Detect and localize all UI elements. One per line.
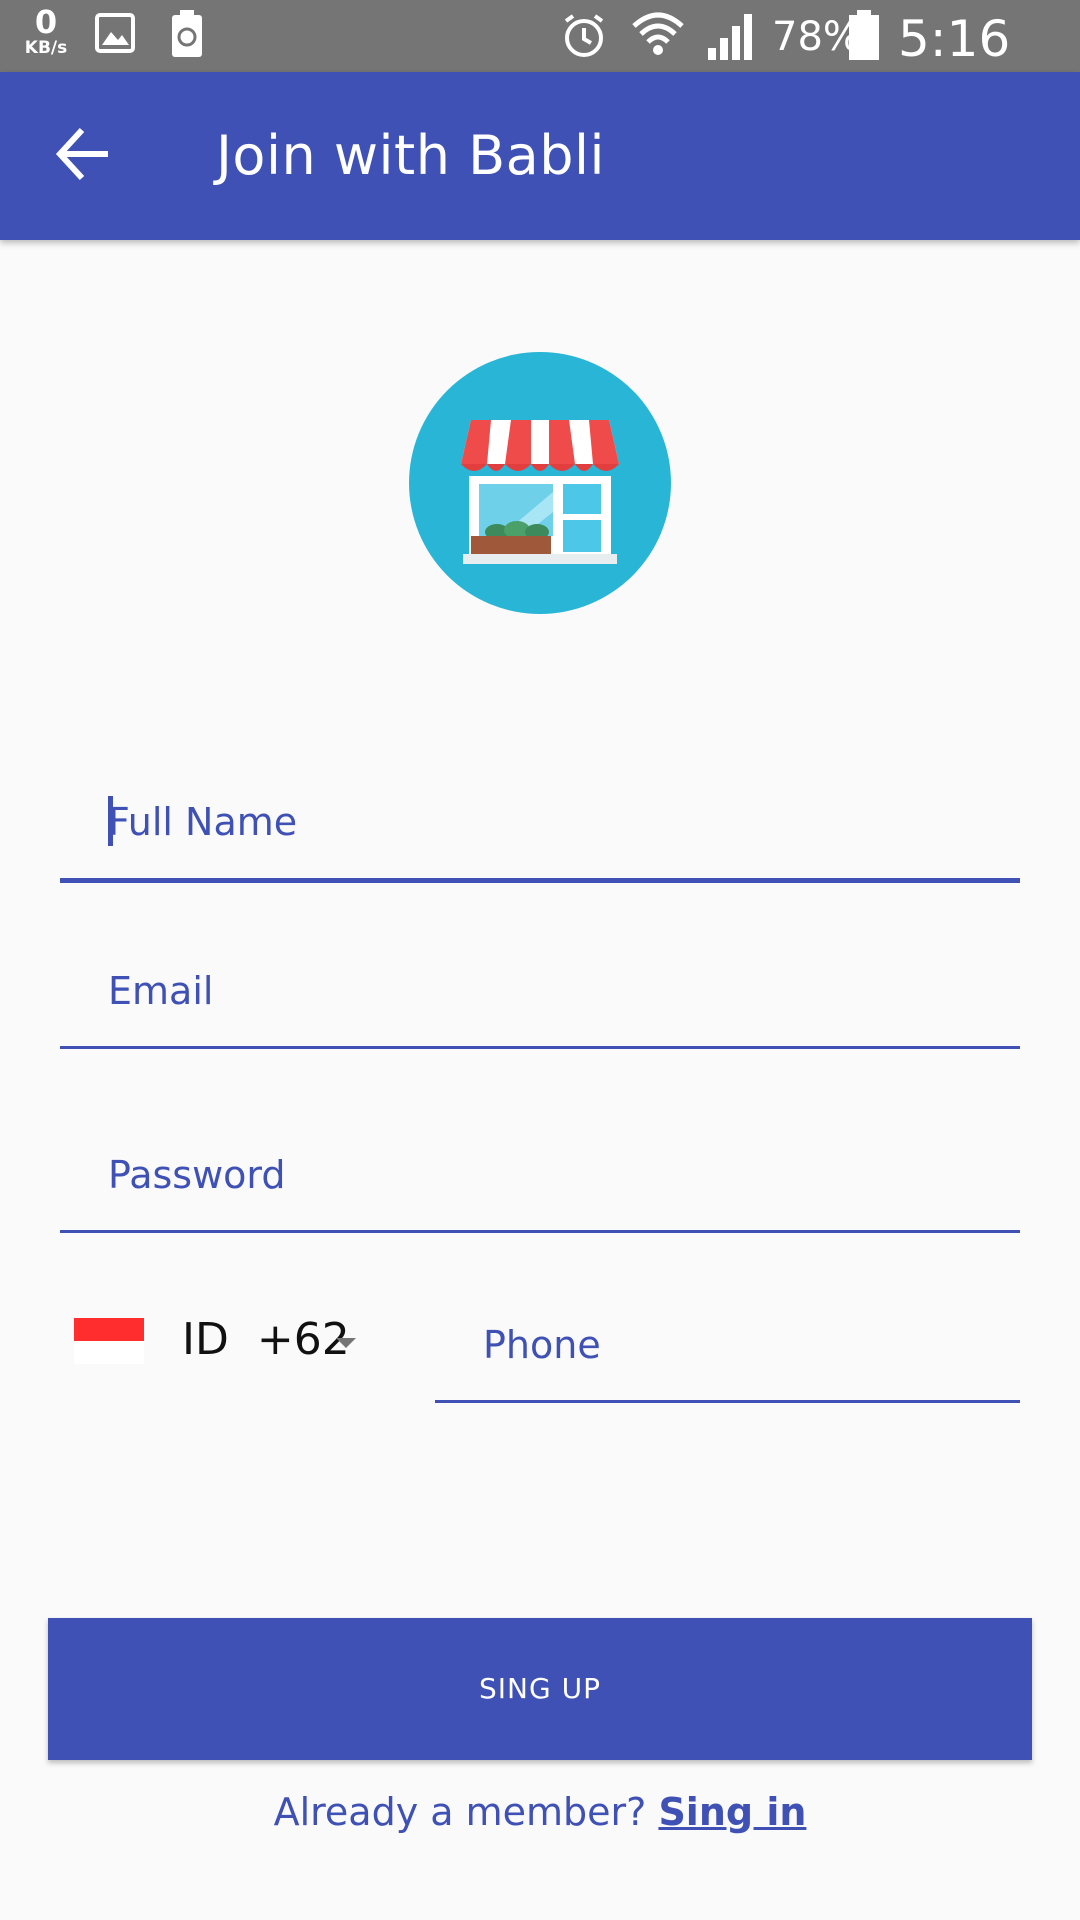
gallery-icon: [94, 12, 136, 58]
phone-input[interactable]: [435, 1290, 1020, 1400]
text-cursor: [108, 796, 113, 846]
indonesia-flag-icon: [74, 1318, 144, 1364]
status-bar: 0 KB/s 78% 5:16: [0, 0, 1080, 126]
app-bar: Join with Babli: [0, 72, 1080, 240]
full-name-input[interactable]: [60, 766, 1020, 878]
country-code-label: ID +62: [182, 1314, 350, 1365]
password-input[interactable]: [60, 1120, 1020, 1230]
back-button[interactable]: [52, 122, 116, 186]
battery-saver-icon: [170, 10, 204, 62]
email-field[interactable]: [60, 936, 1020, 1049]
dropdown-arrow-icon: [336, 1338, 356, 1348]
full-name-field[interactable]: [60, 766, 1020, 883]
storefront-logo: [409, 352, 671, 614]
alarm-icon: [560, 12, 608, 64]
signin-prompt-text: Already a member?: [273, 1790, 647, 1834]
page-title: Join with Babli: [216, 124, 606, 187]
arrow-back-icon: [52, 127, 116, 190]
email-input[interactable]: [60, 936, 1020, 1046]
password-field[interactable]: [60, 1120, 1020, 1233]
wifi-icon: [632, 8, 684, 64]
signup-button[interactable]: SING UP: [48, 1618, 1032, 1760]
storefront-icon: [409, 420, 671, 614]
signal-icon: [706, 12, 756, 64]
network-speed-value: 0: [34, 3, 58, 41]
country-code-picker[interactable]: ID +62: [74, 1310, 374, 1380]
signin-link[interactable]: Sing in: [658, 1790, 806, 1834]
network-speed-unit: KB/s: [24, 38, 68, 58]
battery-icon: [848, 10, 880, 64]
phone-field[interactable]: [435, 1290, 1020, 1403]
signin-prompt-row: Already a member? Sing in: [0, 1790, 1080, 1834]
network-speed: 0 KB/s: [18, 6, 74, 57]
